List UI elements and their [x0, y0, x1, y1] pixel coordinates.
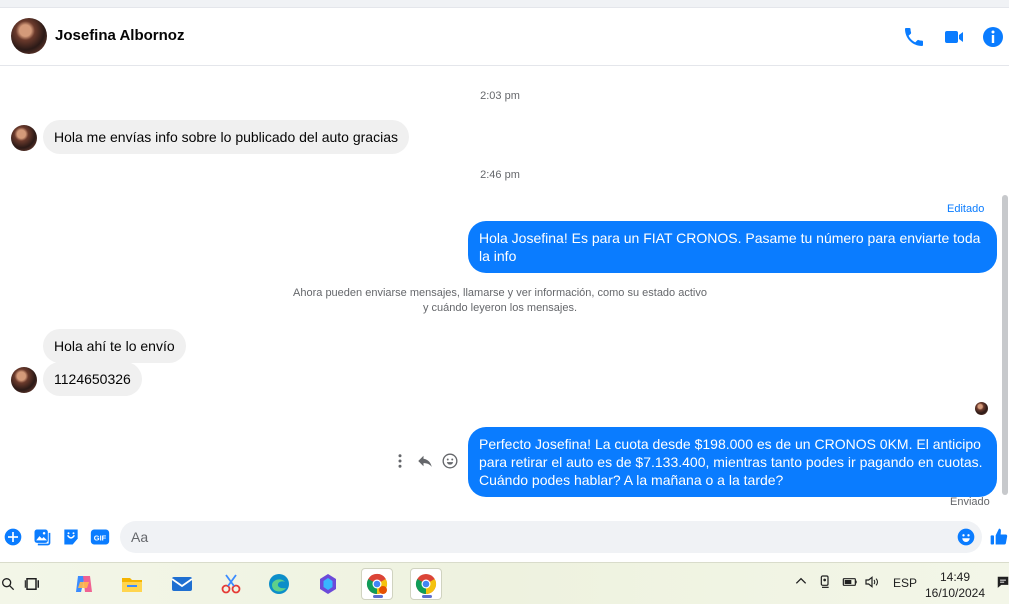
incoming-message[interactable]: 1124650326 [43, 362, 142, 396]
contact-avatar-small[interactable] [11, 367, 37, 393]
notifications-icon[interactable] [996, 574, 1009, 593]
chrome-profile-icon[interactable] [361, 568, 393, 600]
gif-icon[interactable]: GIF [90, 527, 110, 547]
timestamp: 2:03 pm [480, 90, 520, 102]
react-emoji-icon[interactable] [441, 452, 459, 470]
sticker-icon[interactable] [61, 527, 81, 547]
video-camera-icon[interactable] [942, 25, 966, 49]
snipping-tool-icon[interactable] [215, 568, 247, 600]
sent-status: Enviado [950, 496, 990, 508]
mail-icon[interactable] [166, 568, 198, 600]
system-notice-line2: y cuándo leyeron los mensajes. [422, 302, 578, 314]
copilot-icon[interactable] [68, 568, 100, 600]
chevron-up-icon[interactable] [794, 574, 808, 591]
edge-browser-icon[interactable] [263, 568, 295, 600]
message-composer: GIF [0, 518, 1009, 558]
system-notice: Ahora pueden enviarse mensajes, llamarse… [250, 286, 750, 316]
edited-label[interactable]: Editado [947, 203, 984, 215]
meet-now-icon[interactable] [818, 574, 834, 593]
timestamp: 2:46 pm [480, 169, 520, 181]
more-options-icon[interactable] [391, 452, 409, 470]
battery-icon[interactable] [842, 574, 858, 593]
volume-icon[interactable] [864, 574, 880, 593]
system-notice-line1: Ahora pueden enviarse mensajes, llamarse… [293, 287, 707, 299]
message-input-box[interactable] [120, 521, 982, 553]
emoji-icon[interactable] [956, 527, 976, 547]
reply-icon[interactable] [416, 452, 434, 470]
window-top-strip [0, 0, 1009, 8]
task-view-icon[interactable] [17, 568, 49, 600]
system-clock[interactable]: 14:49 16/10/2024 [920, 569, 990, 601]
clock-time: 14:49 [939, 570, 971, 584]
plus-circle-icon[interactable] [3, 527, 23, 547]
gallery-icon[interactable] [32, 527, 52, 547]
conversation-header: Josefina Albornoz [0, 8, 1009, 66]
message-input[interactable] [120, 521, 940, 553]
read-receipt-avatar [975, 402, 988, 415]
windows-taskbar: ESP 14:49 16/10/2024 [0, 562, 1009, 604]
contact-name[interactable]: Josefina Albornoz [55, 27, 184, 44]
contact-avatar[interactable] [11, 18, 47, 54]
outgoing-message[interactable]: Perfecto Josefina! La cuota desde $198.0… [468, 427, 997, 497]
m365-icon[interactable] [312, 568, 344, 600]
clock-date: 16/10/2024 [924, 586, 986, 600]
thumbs-up-icon[interactable] [989, 527, 1009, 547]
chrome-icon[interactable] [410, 568, 442, 600]
language-indicator[interactable]: ESP [893, 576, 917, 590]
info-icon[interactable] [981, 25, 1005, 49]
incoming-message[interactable]: Hola ahí te lo envío [43, 329, 186, 363]
message-thread[interactable]: 2:03 pm Hola me envías info sobre lo pub… [0, 67, 1000, 514]
contact-avatar-small[interactable] [11, 125, 37, 151]
outgoing-message[interactable]: Hola Josefina! Es para un FIAT CRONOS. P… [468, 221, 997, 273]
incoming-message[interactable]: Hola me envías info sobre lo publicado d… [43, 120, 409, 154]
gif-label: GIF [94, 533, 107, 542]
file-explorer-icon[interactable] [116, 568, 148, 600]
phone-icon[interactable] [902, 25, 926, 49]
scrollbar[interactable] [1002, 195, 1008, 495]
